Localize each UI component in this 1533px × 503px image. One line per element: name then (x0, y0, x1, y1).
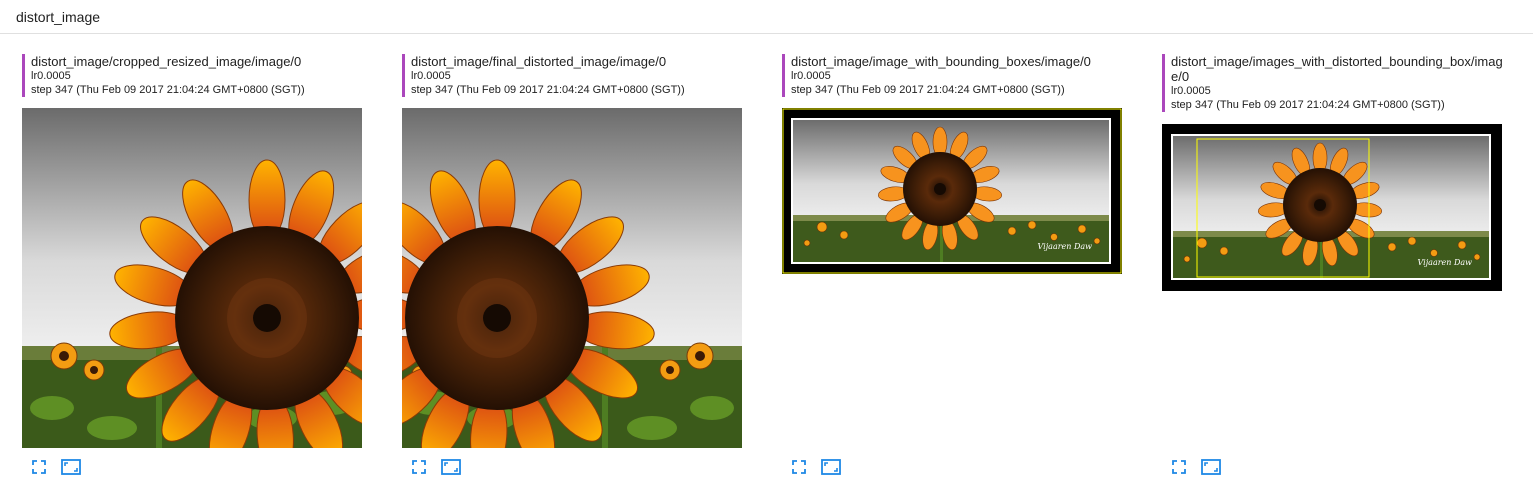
image-card-bounding-boxes: distort_image/image_with_bounding_boxes/… (782, 54, 1124, 97)
card-actions (1162, 457, 1242, 477)
card-header: distort_image/images_with_distorted_boun… (1162, 54, 1504, 112)
watermark-text: Vijaaren Daw (1418, 258, 1473, 267)
watermark-text: Vijaaren Daw (1038, 242, 1093, 251)
card-actions (782, 457, 862, 477)
card-actions (402, 457, 482, 477)
fullscreen-icon[interactable] (28, 457, 50, 477)
card-run: lr0.0005 (791, 70, 831, 82)
card-run: lr0.0005 (1171, 85, 1211, 97)
actual-size-icon[interactable] (60, 457, 82, 477)
card-header: distort_image/final_distorted_image/imag… (402, 54, 744, 97)
card-step: step 347 (Thu Feb 09 2017 21:04:24 GMT+0… (1171, 99, 1445, 111)
card-header: distort_image/image_with_bounding_boxes/… (782, 54, 1124, 97)
card-run: lr0.0005 (31, 70, 71, 82)
card-tag: distort_image/final_distorted_image/imag… (411, 54, 667, 69)
images-with-distorted-bounding-box: Vijaaren Daw (1162, 124, 1502, 291)
image-card-final-distorted: distort_image/final_distorted_image/imag… (402, 54, 744, 97)
card-run: lr0.0005 (411, 70, 451, 82)
image-card-distorted-bounding-box: distort_image/images_with_distorted_boun… (1162, 54, 1504, 112)
card-header: distort_image/cropped_resized_image/imag… (22, 54, 364, 97)
fullscreen-icon[interactable] (788, 457, 810, 477)
card-tag: distort_image/images_with_distorted_boun… (1171, 54, 1503, 84)
fullscreen-icon[interactable] (408, 457, 430, 477)
image-card-cropped-resized: distort_image/cropped_resized_image/imag… (22, 54, 364, 97)
card-actions (22, 457, 102, 477)
cropped-resized-image (22, 108, 362, 448)
image-with-bounding-boxes: Vijaaren Daw (782, 108, 1122, 274)
actual-size-icon[interactable] (820, 457, 842, 477)
card-step: step 347 (Thu Feb 09 2017 21:04:24 GMT+0… (31, 84, 305, 96)
section-header[interactable]: distort_image (0, 0, 1533, 34)
section-title: distort_image (16, 9, 101, 25)
card-tag: distort_image/cropped_resized_image/imag… (31, 54, 302, 69)
actual-size-icon[interactable] (440, 457, 462, 477)
card-step: step 347 (Thu Feb 09 2017 21:04:24 GMT+0… (411, 84, 685, 96)
card-tag: distort_image/image_with_bounding_boxes/… (791, 54, 1091, 69)
actual-size-icon[interactable] (1200, 457, 1222, 477)
final-distorted-image (402, 108, 742, 448)
fullscreen-icon[interactable] (1168, 457, 1190, 477)
card-step: step 347 (Thu Feb 09 2017 21:04:24 GMT+0… (791, 84, 1065, 96)
